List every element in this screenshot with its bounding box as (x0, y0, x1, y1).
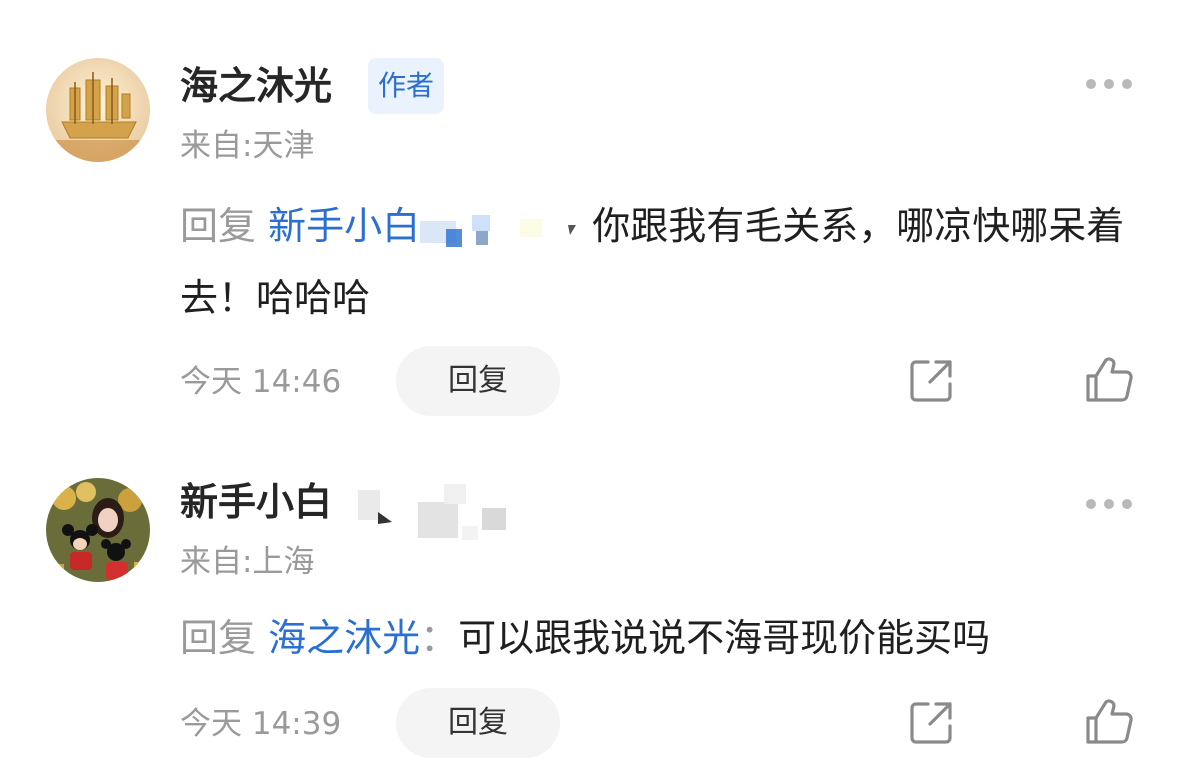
reply-prefix: 回复 (180, 204, 257, 248)
timestamp: 今天 14:46 (180, 364, 342, 400)
username-text: 新手小白 (180, 480, 333, 524)
reply-button[interactable]: 回复 (396, 346, 560, 416)
location-label: 来自:上海 (180, 544, 315, 580)
like-icon[interactable] (1084, 696, 1134, 746)
avatar[interactable] (46, 58, 150, 162)
username[interactable]: 海之沐光 (180, 62, 332, 110)
like-icon[interactable] (1084, 354, 1134, 404)
redacted-blur (420, 209, 580, 249)
author-badge: 作者 (368, 58, 445, 114)
mention-link[interactable]: 海之沐光 (268, 616, 420, 660)
redacted-blur (358, 484, 506, 540)
reply-button[interactable]: 回复 (396, 688, 560, 758)
separator: ： (420, 616, 459, 660)
timestamp: 今天 14:39 (180, 706, 342, 742)
more-icon[interactable] (1086, 494, 1132, 514)
comment-text: 回复 海之沐光：可以跟我说说不海哥现价能买吗 (180, 602, 1140, 674)
comment-body: 可以跟我说说不海哥现价能买吗 (458, 616, 991, 660)
location-label: 来自:天津 (180, 128, 315, 164)
share-icon[interactable] (908, 698, 956, 746)
reply-prefix: 回复 (180, 616, 257, 660)
avatar[interactable] (46, 478, 150, 582)
more-icon[interactable] (1086, 74, 1132, 94)
mention-link[interactable]: 新手小白 (268, 204, 420, 248)
comment-text: 回复 新手小白 你跟我有毛关系，哪凉快哪呆着去！哈哈哈 (180, 190, 1140, 334)
share-icon[interactable] (908, 356, 956, 404)
username[interactable]: 新手小白 (180, 478, 332, 526)
